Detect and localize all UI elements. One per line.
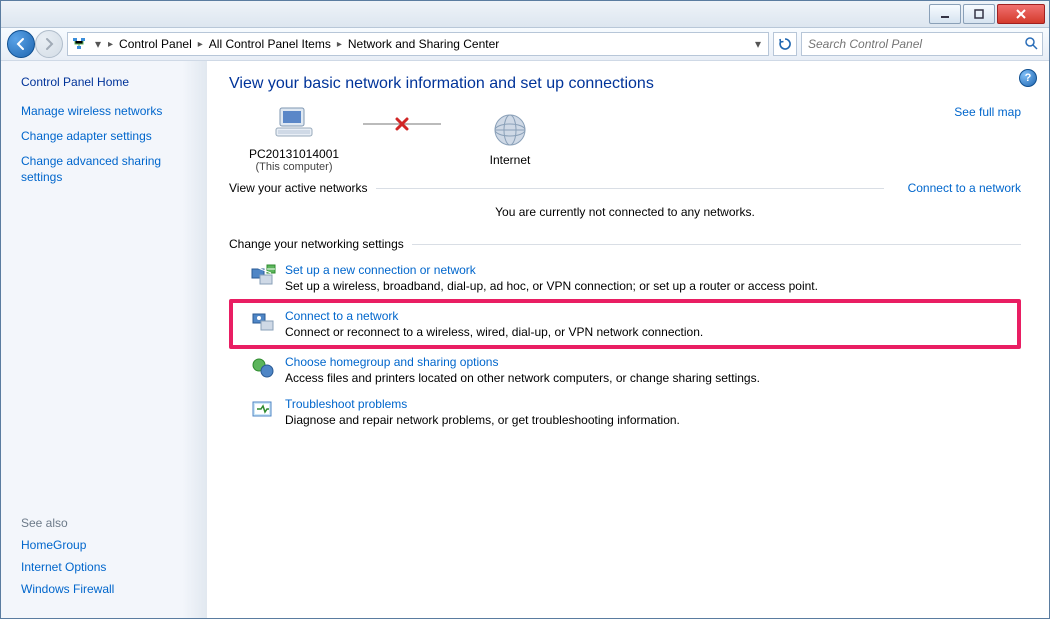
- content-body: Control Panel Home Manage wireless netwo…: [1, 61, 1049, 618]
- change-settings-label: Change your networking settings: [229, 237, 404, 251]
- disconnected-icon: [394, 116, 410, 132]
- nav-buttons: [7, 30, 63, 58]
- see-also-windows-firewall[interactable]: Windows Firewall: [21, 582, 197, 596]
- see-also-heading: See also: [21, 516, 197, 530]
- setting-desc: Set up a wireless, broadband, dial-up, a…: [285, 279, 818, 293]
- globe-icon: [490, 109, 530, 151]
- forward-button[interactable]: [35, 30, 63, 58]
- main-panel: ? View your basic network information an…: [207, 61, 1049, 618]
- map-connection-line: [363, 123, 441, 125]
- maximize-icon: [974, 9, 984, 19]
- refresh-button[interactable]: [773, 32, 797, 56]
- setting-homegroup-sharing[interactable]: Choose homegroup and sharing options Acc…: [229, 349, 1021, 391]
- page-title: View your basic network information and …: [229, 75, 1021, 93]
- setting-setup-connection[interactable]: Set up a new connection or network Set u…: [229, 257, 1021, 299]
- chevron-right-icon: ▸: [196, 39, 205, 50]
- connect-to-network-link[interactable]: Connect to a network: [908, 181, 1021, 195]
- refresh-icon: [778, 37, 792, 51]
- see-also-internet-options[interactable]: Internet Options: [21, 560, 197, 574]
- see-also-homegroup[interactable]: HomeGroup: [21, 538, 197, 552]
- network-map: PC20131014001 (This computer) Internet S…: [229, 103, 1021, 173]
- map-internet-label: Internet: [490, 153, 531, 167]
- breadcrumb-network-sharing[interactable]: Network and Sharing Center: [344, 37, 503, 51]
- breadcrumb-history-dropdown[interactable]: ▾: [750, 37, 766, 51]
- setting-title[interactable]: Troubleshoot problems: [285, 397, 680, 411]
- breadcrumb-bar[interactable]: ▾ ▸ Control Panel ▸ All Control Panel It…: [67, 32, 769, 56]
- back-button[interactable]: [7, 30, 35, 58]
- active-networks-label: View your active networks: [229, 181, 368, 195]
- setting-title[interactable]: Choose homegroup and sharing options: [285, 355, 760, 369]
- titlebar: [1, 1, 1049, 28]
- task-manage-wireless[interactable]: Manage wireless networks: [21, 103, 197, 120]
- window-controls: [927, 4, 1045, 24]
- search-icon[interactable]: [1024, 36, 1038, 53]
- control-panel-home-link[interactable]: Control Panel Home: [21, 75, 197, 89]
- setting-connect-network[interactable]: Connect to a network Connect or reconnec…: [229, 299, 1021, 349]
- sidebar: Control Panel Home Manage wireless netwo…: [1, 61, 207, 618]
- see-also-section: See also HomeGroup Internet Options Wind…: [21, 516, 197, 604]
- close-icon: [1015, 9, 1027, 19]
- setting-desc: Diagnose and repair network problems, or…: [285, 413, 680, 427]
- see-full-map-link[interactable]: See full map: [954, 105, 1021, 119]
- network-center-icon: [70, 35, 88, 53]
- setting-desc: Access files and printers located on oth…: [285, 371, 760, 385]
- back-arrow-icon: [14, 37, 28, 51]
- setting-title[interactable]: Connect to a network: [285, 309, 703, 323]
- change-settings-header: Change your networking settings: [229, 237, 1021, 251]
- maximize-button[interactable]: [963, 4, 995, 24]
- chevron-right-icon: ▸: [106, 39, 115, 50]
- map-pc-name: PC20131014001: [249, 147, 339, 161]
- task-advanced-sharing[interactable]: Change advanced sharing settings: [21, 153, 197, 187]
- search-box[interactable]: [801, 32, 1043, 56]
- connect-network-icon: [249, 309, 277, 337]
- computer-icon: [272, 103, 316, 145]
- search-input[interactable]: [806, 36, 1024, 52]
- active-networks-header: View your active networks Connect to a n…: [229, 181, 1021, 195]
- homegroup-icon: [249, 355, 277, 383]
- minimize-icon: [940, 9, 950, 19]
- nav-bar: ▾ ▸ Control Panel ▸ All Control Panel It…: [1, 28, 1049, 61]
- breadcrumb-all-items[interactable]: All Control Panel Items: [205, 37, 335, 51]
- not-connected-message: You are currently not connected to any n…: [229, 201, 1021, 229]
- troubleshoot-icon: [249, 397, 277, 425]
- setting-desc: Connect or reconnect to a wireless, wire…: [285, 325, 703, 339]
- map-pc-sub: (This computer): [255, 161, 332, 173]
- task-change-adapter[interactable]: Change adapter settings: [21, 128, 197, 145]
- breadcrumb-root-dropdown[interactable]: ▾: [90, 37, 106, 51]
- map-this-computer[interactable]: PC20131014001 (This computer): [229, 103, 359, 173]
- setting-troubleshoot[interactable]: Troubleshoot problems Diagnose and repai…: [229, 391, 1021, 433]
- minimize-button[interactable]: [929, 4, 961, 24]
- window-frame: ▾ ▸ Control Panel ▸ All Control Panel It…: [0, 0, 1050, 619]
- setup-connection-icon: [249, 263, 277, 291]
- map-internet[interactable]: Internet: [445, 109, 575, 167]
- chevron-right-icon: ▸: [335, 39, 344, 50]
- breadcrumb-control-panel[interactable]: Control Panel: [115, 37, 196, 51]
- forward-arrow-icon: [42, 37, 56, 51]
- help-button[interactable]: ?: [1019, 69, 1037, 87]
- setting-title[interactable]: Set up a new connection or network: [285, 263, 818, 277]
- close-button[interactable]: [997, 4, 1045, 24]
